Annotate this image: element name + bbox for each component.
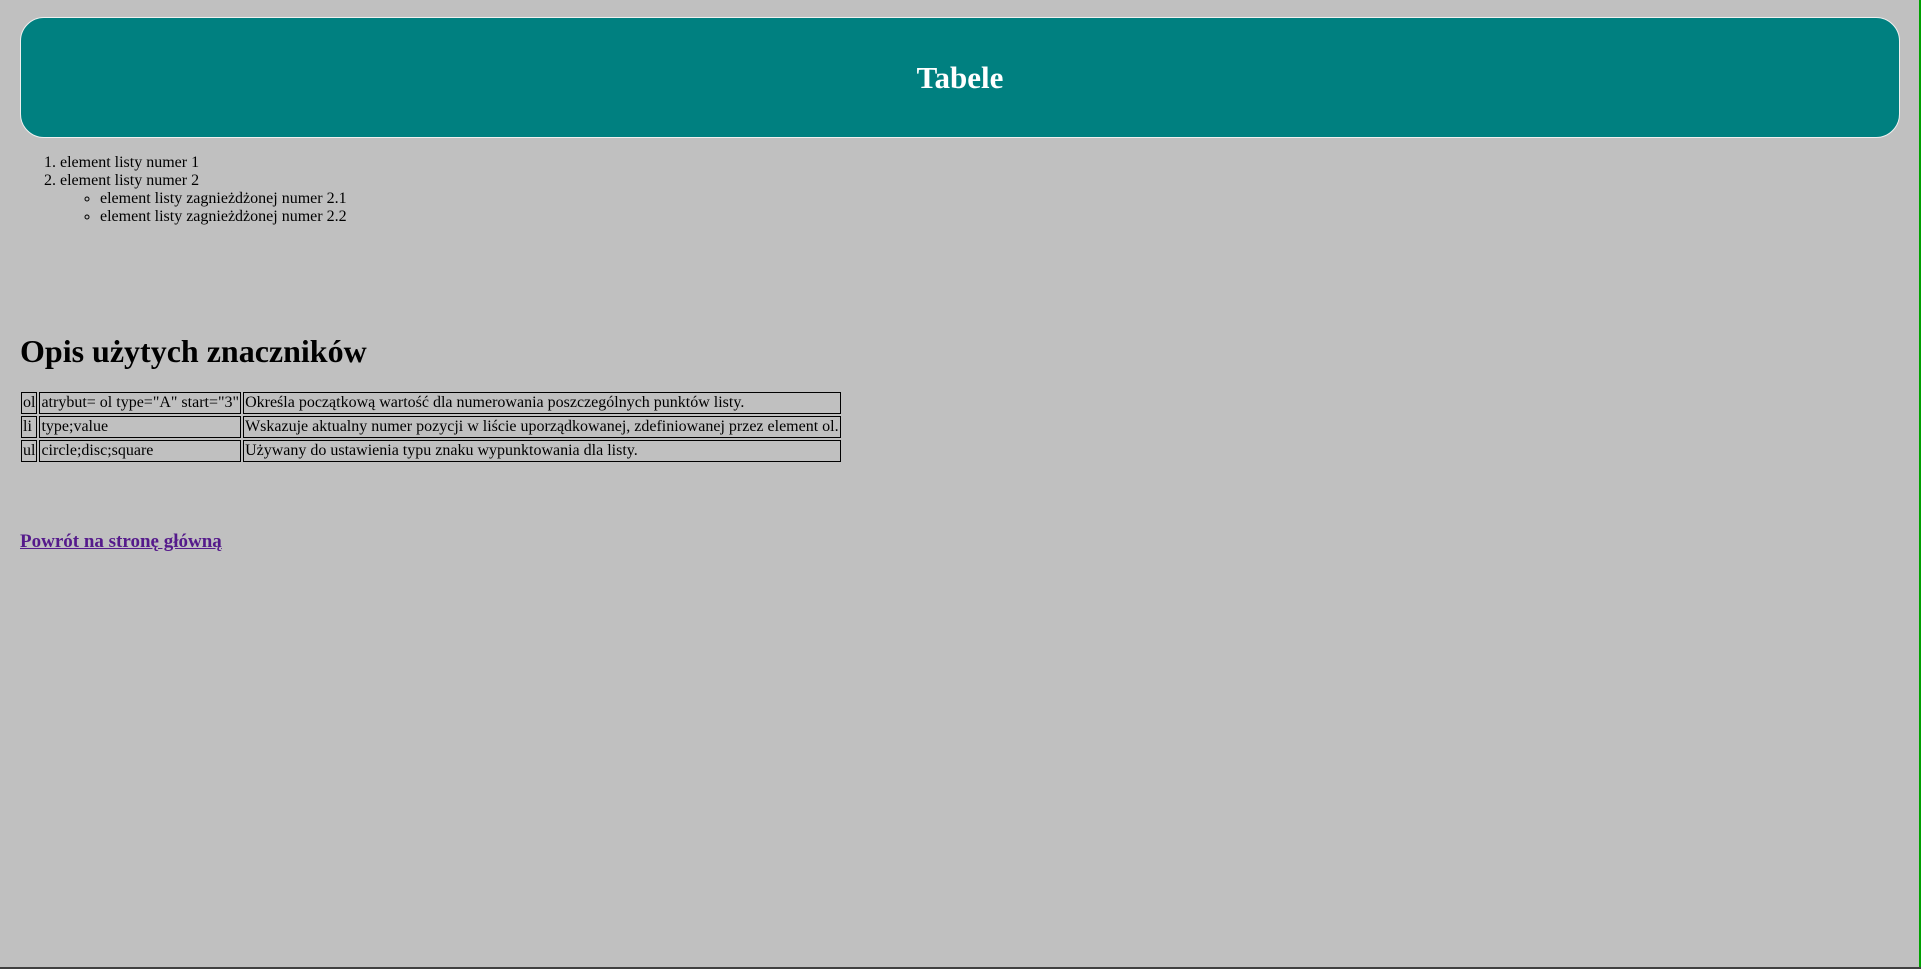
table-row: li type;value Wskazuje aktualny numer po… <box>21 416 841 438</box>
table-cell-tag: ul <box>21 440 38 462</box>
ordered-list: element listy numer 1 element listy nume… <box>20 154 1901 226</box>
header-banner: Tabele <box>20 17 1900 138</box>
back-to-home-link[interactable]: Powrót na stronę główną <box>20 531 222 553</box>
table-cell-tag: li <box>21 416 38 438</box>
nested-list-item: element listy zagnieżdżonej numer 2.2 <box>100 208 1901 226</box>
table-cell-attrs: circle;disc;square <box>39 440 242 462</box>
back-link-container: Powrót na stronę główną <box>20 465 1901 553</box>
table-cell-attrs: atrybut= ol type="A" start="3" <box>39 392 242 414</box>
tags-table: ol atrybut= ol type="A" start="3" Określ… <box>18 389 844 465</box>
nested-list: element listy zagnieżdżonej numer 2.1 el… <box>60 190 1901 226</box>
nested-list-item: element listy zagnieżdżonej numer 2.1 <box>100 190 1901 208</box>
list-item-label: element listy numer 2 <box>60 172 200 189</box>
list-item: element listy numer 2 element listy zagn… <box>60 172 1901 226</box>
table-cell-desc: Określa początkową wartość dla numerowan… <box>243 392 841 414</box>
table-row: ul circle;disc;square Używany do ustawie… <box>21 440 841 462</box>
nested-list-item-label: element listy zagnieżdżonej numer 2.2 <box>100 208 347 225</box>
table-cell-attrs: type;value <box>39 416 242 438</box>
list-item: element listy numer 1 <box>60 154 1901 172</box>
table-cell-desc: Używany do ustawienia typu znaku wypunkt… <box>243 440 841 462</box>
page-title: Tabele <box>916 59 1004 95</box>
section-title: Opis użytych znaczników <box>20 333 367 369</box>
table-row: ol atrybut= ol type="A" start="3" Określ… <box>21 392 841 414</box>
table-cell-tag: ol <box>21 392 38 414</box>
page: Tabele element listy numer 1 element lis… <box>0 0 1921 553</box>
nested-list-item-label: element listy zagnieżdżonej numer 2.1 <box>100 190 347 207</box>
table-cell-desc: Wskazuje aktualny numer pozycji w liście… <box>243 416 841 438</box>
list-item-label: element listy numer 1 <box>60 154 200 171</box>
